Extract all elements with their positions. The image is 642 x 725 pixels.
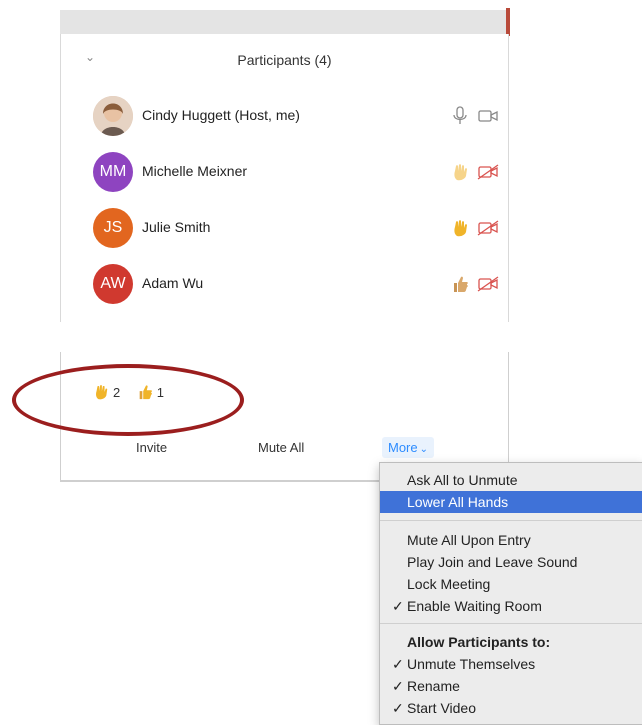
window-titlebar [60,10,507,35]
raised-hand-icon [454,220,467,237]
menu-item-rename[interactable]: ✓ Rename [380,675,642,697]
menu-divider [380,520,642,521]
menu-item-label: Ask All to Unmute [407,472,518,488]
thumbs-up-icon [454,276,468,292]
avatar: AW [93,264,133,304]
participants-panel: ⌄ Participants (4) Cindy Huggett (Host, … [60,34,509,322]
checkmark-icon: ✓ [392,598,404,614]
menu-item-label: Rename [407,678,460,694]
avatar: MM [93,152,133,192]
checkmark-icon: ✓ [392,700,404,716]
invite-button[interactable]: Invite [136,440,167,455]
checkmark-icon: ✓ [392,678,404,694]
participant-row[interactable]: AW Adam Wu [93,264,499,304]
host-photo-icon [93,96,133,136]
avatar-initials: AW [100,275,126,292]
menu-item-label: Unmute Themselves [407,656,536,672]
participant-name: Julie Smith [142,219,211,235]
menu-item-lock-meeting[interactable]: Lock Meeting [380,573,642,595]
participant-name: Michelle Meixner [142,163,248,179]
menu-item-label: Lower All Hands [407,494,509,510]
mute-all-button[interactable]: Mute All [258,440,304,455]
menu-item-label: Lock Meeting [407,576,491,592]
menu-item-unmute-themselves[interactable]: ✓ Unmute Themselves [380,653,642,675]
menu-item-label: Start Video [407,700,477,716]
participant-name: Cindy Huggett (Host, me) [142,107,300,123]
avatar [93,96,133,136]
video-off-icon[interactable] [477,276,499,292]
checkmark-icon: ✓ [392,656,404,672]
more-button-label: More [388,440,418,455]
menu-item-label: Play Join and Leave Sound [407,554,578,570]
annotation-circle [12,364,244,436]
avatar: JS [93,208,133,248]
menu-item-ask-all-unmute[interactable]: Ask All to Unmute [380,469,642,491]
menu-section-label: Allow Participants to: [407,634,551,650]
chevron-down-icon: ⌄ [419,444,429,455]
menu-item-lower-all-hands[interactable]: Lower All Hands [380,491,642,513]
avatar-initials: JS [103,219,123,236]
video-camera-icon[interactable] [477,108,499,124]
more-dropdown-menu: Ask All to Unmute Lower All Hands Mute A… [379,462,642,725]
participant-row-host[interactable]: Cindy Huggett (Host, me) [93,96,498,136]
microphone-icon[interactable] [451,106,469,126]
avatar-initials: MM [99,163,127,180]
menu-item-label: Mute All Upon Entry [407,532,531,548]
menu-item-label: Enable Waiting Room [407,598,542,614]
menu-divider [380,623,642,624]
participant-row[interactable]: MM Michelle Meixner [93,152,499,192]
panel-header: ⌄ Participants (4) [61,48,508,72]
menu-item-play-sound[interactable]: Play Join and Leave Sound [380,551,642,573]
menu-section-header: Allow Participants to: [380,631,642,653]
menu-item-start-video[interactable]: ✓ Start Video [380,697,642,719]
raised-hand-icon [454,164,467,181]
panel-title: Participants (4) [237,52,332,68]
menu-item-mute-upon-entry[interactable]: Mute All Upon Entry [380,529,642,551]
window-edge-accent [506,8,510,36]
participant-row[interactable]: JS Julie Smith [93,208,499,248]
menu-item-waiting-room[interactable]: ✓ Enable Waiting Room [380,595,642,617]
participant-name: Adam Wu [142,275,204,291]
more-button[interactable]: More ⌄ [382,437,435,458]
video-off-icon[interactable] [477,220,499,236]
video-off-icon[interactable] [477,164,499,180]
